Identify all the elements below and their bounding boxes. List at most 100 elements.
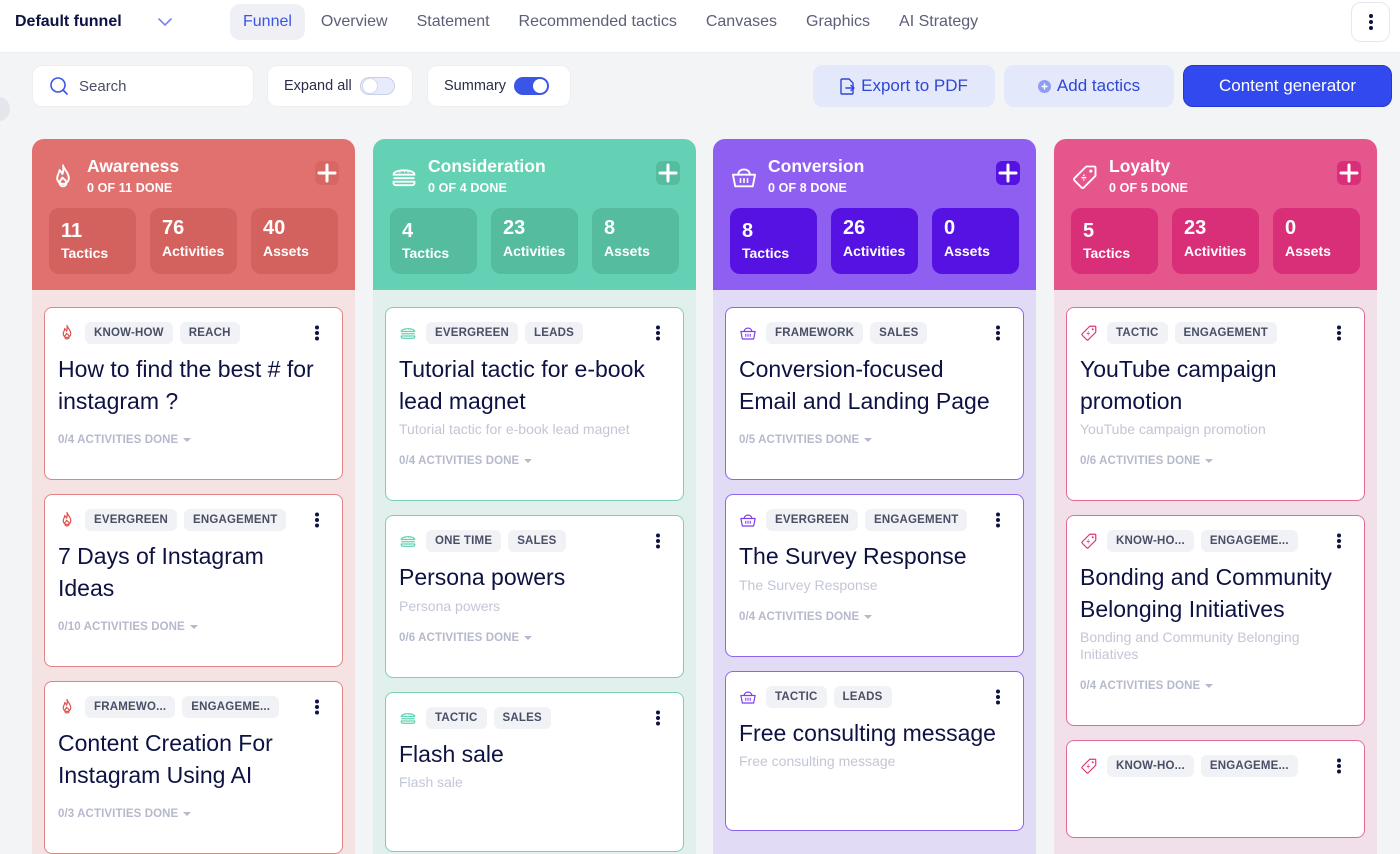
tab-overview[interactable]: Overview [308, 4, 401, 40]
summary-control: Summary [427, 65, 571, 107]
stat-label: Activities [1184, 243, 1247, 259]
stat-assets: 40 Assets [251, 208, 338, 274]
tab-funnel[interactable]: Funnel [230, 4, 305, 40]
tag-badge: ENGAGEMENT [865, 509, 968, 531]
card-menu-icon[interactable] [995, 325, 1001, 341]
caret-down-icon [864, 438, 873, 442]
price-tag-icon [1080, 532, 1098, 550]
card-menu-icon[interactable] [1336, 325, 1342, 341]
tactic-card[interactable]: KNOW-HO... ENGAGEME... [1066, 740, 1365, 838]
tab-recommended-tactics[interactable]: Recommended tactics [506, 4, 690, 40]
tag-badge: ONE TIME [426, 530, 502, 552]
card-menu-icon[interactable] [314, 325, 320, 341]
add-tactic-button[interactable] [315, 161, 339, 185]
card-tags-row: TACTIC LEADS [739, 685, 1023, 708]
card-tags-row: ONE TIME SALES [399, 530, 683, 552]
stat-activities: 23 Activities [491, 208, 578, 274]
tag-badge: KNOW-HO... [1107, 755, 1194, 777]
add-tactics-label: Add tactics [1056, 76, 1141, 95]
add-tactics-button[interactable]: Add tactics [1004, 65, 1174, 107]
tactic-card[interactable]: EVERGREEN ENGAGEMENT 7 Days of Instagram I… [44, 494, 343, 667]
content-generator-button[interactable]: Content generator [1183, 65, 1392, 107]
card-title: Free consulting message [739, 719, 996, 746]
toggle-knob [362, 79, 377, 93]
tag-badge: SALES [870, 322, 928, 344]
card-title: 7 Days of Instagram Ideas [58, 543, 264, 601]
tactic-card[interactable]: TACTIC ENGAGEMENT YouTube campaign promoti… [1066, 307, 1365, 501]
stat-value: 23 [503, 217, 526, 239]
card-menu-icon[interactable] [655, 533, 661, 549]
stage-stats: 11 Tactics 76 Activities 40 Assets [49, 208, 352, 274]
card-menu-icon[interactable] [655, 325, 661, 341]
tag-badge: EVERGREEN [426, 322, 519, 344]
card-menu-icon[interactable] [995, 689, 1001, 705]
tactic-card[interactable]: TACTIC SALES Flash sale Flash sale [385, 691, 684, 852]
tactic-card[interactable]: FRAMEWORK SALES Conversion-focused Email a… [725, 307, 1024, 480]
column-loyalty: Loyalty 0 OF 5 DONE 5 Tactics 23 Activities… [1054, 139, 1377, 854]
tag-badge: TACTIC [1107, 322, 1168, 344]
tactic-card[interactable]: KNOW-HOW REACH How to find the best # for … [44, 307, 343, 480]
card-menu-icon[interactable] [995, 512, 1001, 528]
caret-down-icon [189, 625, 198, 629]
tactic-card[interactable]: EVERGREEN LEADS Tutorial tactic for e-book… [385, 307, 684, 501]
stage-title: Awareness [87, 156, 180, 176]
stat-label: Assets [1285, 243, 1331, 259]
search-input[interactable] [79, 77, 229, 95]
activities-progress[interactable]: 0/3 ACTIVITIES DONE [58, 808, 342, 820]
tactic-card[interactable]: TACTIC LEADS Free consulting message Free c… [725, 670, 1024, 831]
stat-value: 8 [742, 220, 754, 242]
activities-progress-label: 0/4 ACTIVITIES DONE [739, 610, 860, 623]
add-tactic-button[interactable] [656, 161, 680, 185]
flame-icon [49, 163, 77, 191]
activities-progress[interactable]: 0/4 ACTIVITIES DONE [739, 611, 1023, 623]
column-cards: KNOW-HOW REACH How to find the best # for … [32, 290, 355, 854]
card-tags-row: KNOW-HOW REACH [58, 322, 342, 344]
activities-progress[interactable]: 0/4 ACTIVITIES DONE [58, 434, 342, 446]
add-tactic-button[interactable] [1337, 161, 1361, 185]
activities-progress[interactable]: 0/10 ACTIVITIES DONE [58, 621, 342, 633]
card-menu-icon[interactable] [314, 512, 320, 528]
stat-activities: 26 Activities [831, 208, 918, 274]
expand-all-toggle[interactable] [359, 77, 395, 95]
card-menu-icon[interactable] [655, 710, 661, 726]
add-tactic-button[interactable] [996, 161, 1020, 185]
stat-label: Tactics [1083, 245, 1131, 261]
activities-progress-label: 0/10 ACTIVITIES DONE [58, 621, 185, 633]
card-title: Content Creation For Instagram Using AI [58, 730, 273, 788]
stage-done-count: 0 OF 11 DONE [87, 181, 173, 195]
tactic-card[interactable]: KNOW-HO... ENGAGEME... Bonding and Communi… [1066, 515, 1365, 726]
stat-label: Activities [162, 243, 225, 259]
tab-statement[interactable]: Statement [404, 4, 503, 40]
search-field[interactable] [32, 65, 254, 107]
activities-progress-label: 0/4 ACTIVITIES DONE [1080, 680, 1201, 692]
content-generator-label: Content generator [1218, 76, 1357, 95]
activities-progress[interactable]: 0/6 ACTIVITIES DONE [1080, 455, 1364, 467]
tag-badge: EVERGREEN [85, 509, 178, 531]
funnel-selector[interactable]: Default funnel [15, 10, 172, 34]
activities-progress[interactable]: 0/5 ACTIVITIES DONE [739, 434, 1023, 446]
tag-badge: EVERGREEN [766, 509, 859, 531]
card-tags-row: KNOW-HO... ENGAGEME... [1080, 755, 1364, 777]
activities-progress[interactable]: 0/4 ACTIVITIES DONE [1080, 680, 1364, 692]
tab-canvases[interactable]: Canvases [693, 4, 790, 40]
card-menu-icon[interactable] [314, 699, 320, 715]
card-tags-row: EVERGREEN ENGAGEMENT [739, 509, 1023, 531]
tactic-card[interactable]: EVERGREEN ENGAGEMENT The Survey Response Th… [725, 494, 1024, 657]
tab-ai-strategy[interactable]: AI Strategy [886, 4, 991, 40]
activities-progress-label: 0/6 ACTIVITIES DONE [1080, 455, 1201, 467]
tactic-card[interactable]: FRAMEWO... ENGAGEME... Content Creation Fo… [44, 681, 343, 854]
card-tags-row: KNOW-HO... ENGAGEME... [1080, 530, 1364, 552]
more-menu-button[interactable] [1351, 2, 1390, 42]
activities-progress[interactable]: 0/4 ACTIVITIES DONE [399, 455, 683, 467]
card-menu-icon[interactable] [1336, 758, 1342, 774]
summary-toggle[interactable] [514, 77, 550, 95]
tab-graphics[interactable]: Graphics [793, 4, 883, 40]
card-tags-row: EVERGREEN LEADS [399, 322, 683, 344]
sidebar-handle[interactable] [0, 97, 10, 121]
export-pdf-button[interactable]: Export to PDF [813, 65, 995, 107]
card-menu-icon[interactable] [1336, 533, 1342, 549]
burger-icon [399, 532, 417, 550]
tactic-card[interactable]: ONE TIME SALES Persona powers Persona power… [385, 515, 684, 678]
stat-label: Assets [604, 243, 650, 259]
activities-progress[interactable]: 0/6 ACTIVITIES DONE [399, 632, 683, 644]
